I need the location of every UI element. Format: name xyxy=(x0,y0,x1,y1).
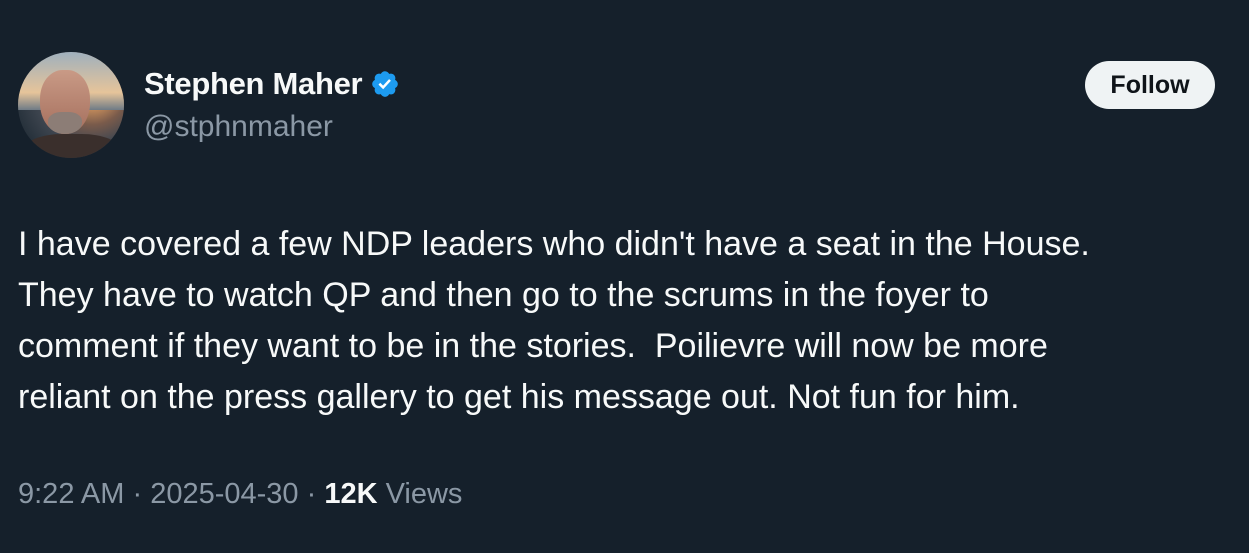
views-label[interactable]: Views xyxy=(378,478,463,510)
verified-badge-icon xyxy=(372,71,399,97)
author-handle[interactable]: @stphnmaher xyxy=(144,110,333,144)
meta-separator: · xyxy=(124,478,151,510)
tweet-card: Stephen Maher @stphnmaher Follow I have … xyxy=(0,0,1249,553)
tweet-text-line: comment if they want to be in the storie… xyxy=(18,327,1048,365)
follow-button[interactable]: Follow xyxy=(1085,61,1215,109)
tweet-text-line: reliant on the press gallery to get his … xyxy=(18,378,1020,416)
tweet-text-line: They have to watch QP and then go to the… xyxy=(18,276,989,314)
tweet-time[interactable]: 9:22 AM xyxy=(18,478,124,510)
author-display-name[interactable]: Stephen Maher xyxy=(144,66,363,102)
tweet-text-line: I have covered a few NDP leaders who did… xyxy=(18,225,1090,263)
views-count[interactable]: 12K xyxy=(324,478,377,510)
tweet-date[interactable]: 2025-04-30 xyxy=(150,478,298,510)
tweet-text: I have covered a few NDP leaders who did… xyxy=(18,219,1233,423)
meta-separator: · xyxy=(298,478,325,510)
author-name-row: Stephen Maher xyxy=(144,66,400,102)
tweet-meta: 9:22 AM · 2025-04-30 · 12K Views xyxy=(18,478,462,511)
avatar[interactable] xyxy=(18,52,124,158)
